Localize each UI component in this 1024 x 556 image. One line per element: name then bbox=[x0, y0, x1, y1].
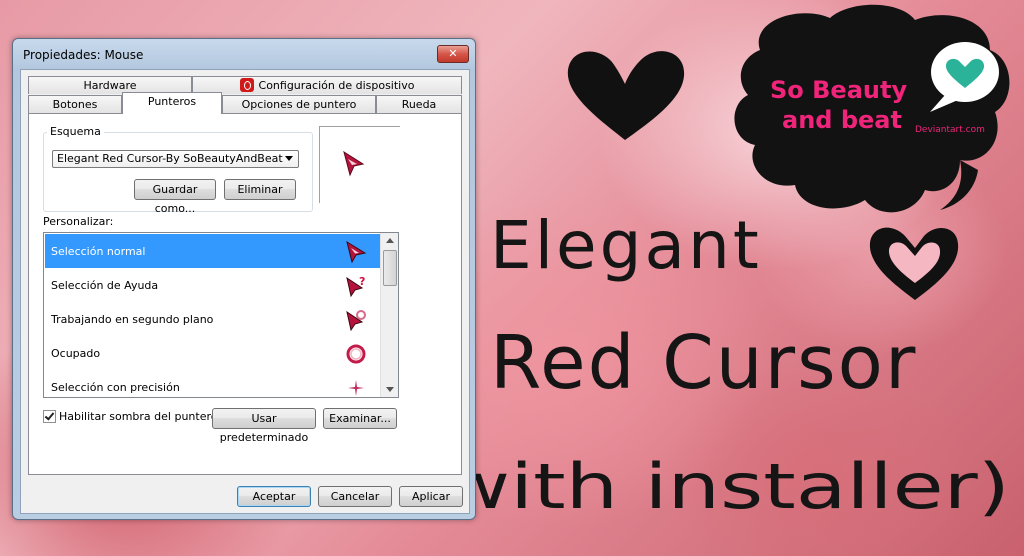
tab-pointers[interactable]: Punteros bbox=[122, 92, 222, 114]
scroll-down-icon[interactable] bbox=[386, 387, 394, 392]
pointers-panel: Elegant Red Cursor-By SoBeautyAndBeat Gu… bbox=[28, 113, 462, 475]
browse-button[interactable]: Examinar... bbox=[323, 408, 397, 429]
list-item-label: Selección normal bbox=[51, 245, 146, 258]
logo-site-text: Deviantart.com bbox=[915, 125, 985, 135]
use-default-button[interactable]: Usar predeterminado bbox=[212, 408, 316, 444]
banner-title-line2: Red Cursor bbox=[490, 320, 917, 406]
tab-label: Punteros bbox=[147, 95, 197, 108]
scrollbar-thumb[interactable] bbox=[383, 250, 397, 286]
banner-title-line1: Elegant bbox=[490, 207, 762, 284]
tab-pointer-options[interactable]: Opciones de puntero bbox=[222, 95, 376, 113]
arrow-cursor-icon bbox=[343, 151, 365, 177]
chevron-down-icon bbox=[285, 156, 293, 161]
list-item-label: Selección de Ayuda bbox=[51, 279, 159, 292]
scheme-dropdown[interactable]: Elegant Red Cursor-By SoBeautyAndBeat bbox=[52, 150, 299, 168]
tab-label: Rueda bbox=[401, 98, 437, 111]
scheme-selected: Elegant Red Cursor-By SoBeautyAndBeat bbox=[57, 152, 283, 165]
list-item[interactable]: Trabajando en segundo plano bbox=[45, 302, 381, 336]
delete-button[interactable]: Eliminar bbox=[224, 179, 296, 200]
list-item[interactable]: Selección normal bbox=[45, 234, 381, 268]
logo-text-line2: and beat bbox=[782, 106, 902, 134]
tab-label: Opciones de puntero bbox=[241, 98, 357, 111]
apply-button[interactable]: Aplicar bbox=[399, 486, 463, 507]
list-item-label: Selección con precisión bbox=[51, 381, 180, 394]
shadow-checkbox-label: Habilitar sombra del puntero bbox=[59, 410, 218, 423]
tab-wheel[interactable]: Rueda bbox=[376, 95, 462, 113]
cancel-button[interactable]: Cancelar bbox=[318, 486, 392, 507]
heart-icon bbox=[567, 51, 685, 140]
banner-title-line3: (with installer) bbox=[410, 450, 1010, 523]
tab-label: Hardware bbox=[83, 79, 137, 92]
help-cursor-icon: ? bbox=[346, 275, 365, 297]
ok-button[interactable]: Aceptar bbox=[237, 486, 311, 507]
tab-device-settings[interactable]: Configuración de dispositivo bbox=[192, 76, 462, 94]
dialog-client-area: Hardware Configuración de dispositivo Bo… bbox=[20, 69, 470, 514]
busy-ring-icon bbox=[346, 344, 366, 364]
customize-label: Personalizar: bbox=[43, 215, 114, 228]
logo-text-line1: So Beauty bbox=[770, 76, 907, 104]
working-cursor-icon bbox=[346, 310, 366, 331]
list-item-label: Ocupado bbox=[51, 347, 101, 360]
scheme-group-label: Esquema bbox=[47, 125, 104, 138]
shadow-checkbox[interactable] bbox=[43, 410, 56, 423]
cursor-list[interactable]: Selección normal Selección de Ayuda ? Tr… bbox=[43, 232, 399, 398]
list-scrollbar[interactable] bbox=[380, 233, 398, 397]
mouse-properties-window: Propiedades: Mouse ✕ Hardware Configurac… bbox=[12, 38, 476, 520]
arrow-cursor-icon bbox=[346, 241, 367, 263]
list-item[interactable]: Selección de Ayuda ? bbox=[45, 268, 381, 302]
scroll-up-icon[interactable] bbox=[386, 238, 394, 243]
tab-label: Botones bbox=[52, 98, 98, 111]
window-title: Propiedades: Mouse bbox=[23, 48, 144, 62]
crosshair-icon bbox=[348, 380, 364, 396]
list-item[interactable]: Ocupado bbox=[45, 336, 381, 370]
tab-buttons[interactable]: Botones bbox=[28, 95, 122, 113]
scheme-group: Elegant Red Cursor-By SoBeautyAndBeat Gu… bbox=[43, 132, 313, 215]
list-item[interactable]: Selección con precisión bbox=[45, 370, 381, 397]
list-item-label: Trabajando en segundo plano bbox=[51, 313, 214, 326]
svg-text:?: ? bbox=[359, 275, 365, 288]
tab-label: Configuración de dispositivo bbox=[258, 79, 415, 92]
cursor-preview bbox=[319, 126, 400, 203]
save-as-button[interactable]: Guardar como... bbox=[134, 179, 216, 215]
synaptics-icon bbox=[239, 78, 254, 92]
title-bar[interactable]: Propiedades: Mouse ✕ bbox=[13, 39, 475, 69]
close-button[interactable]: ✕ bbox=[437, 45, 469, 63]
